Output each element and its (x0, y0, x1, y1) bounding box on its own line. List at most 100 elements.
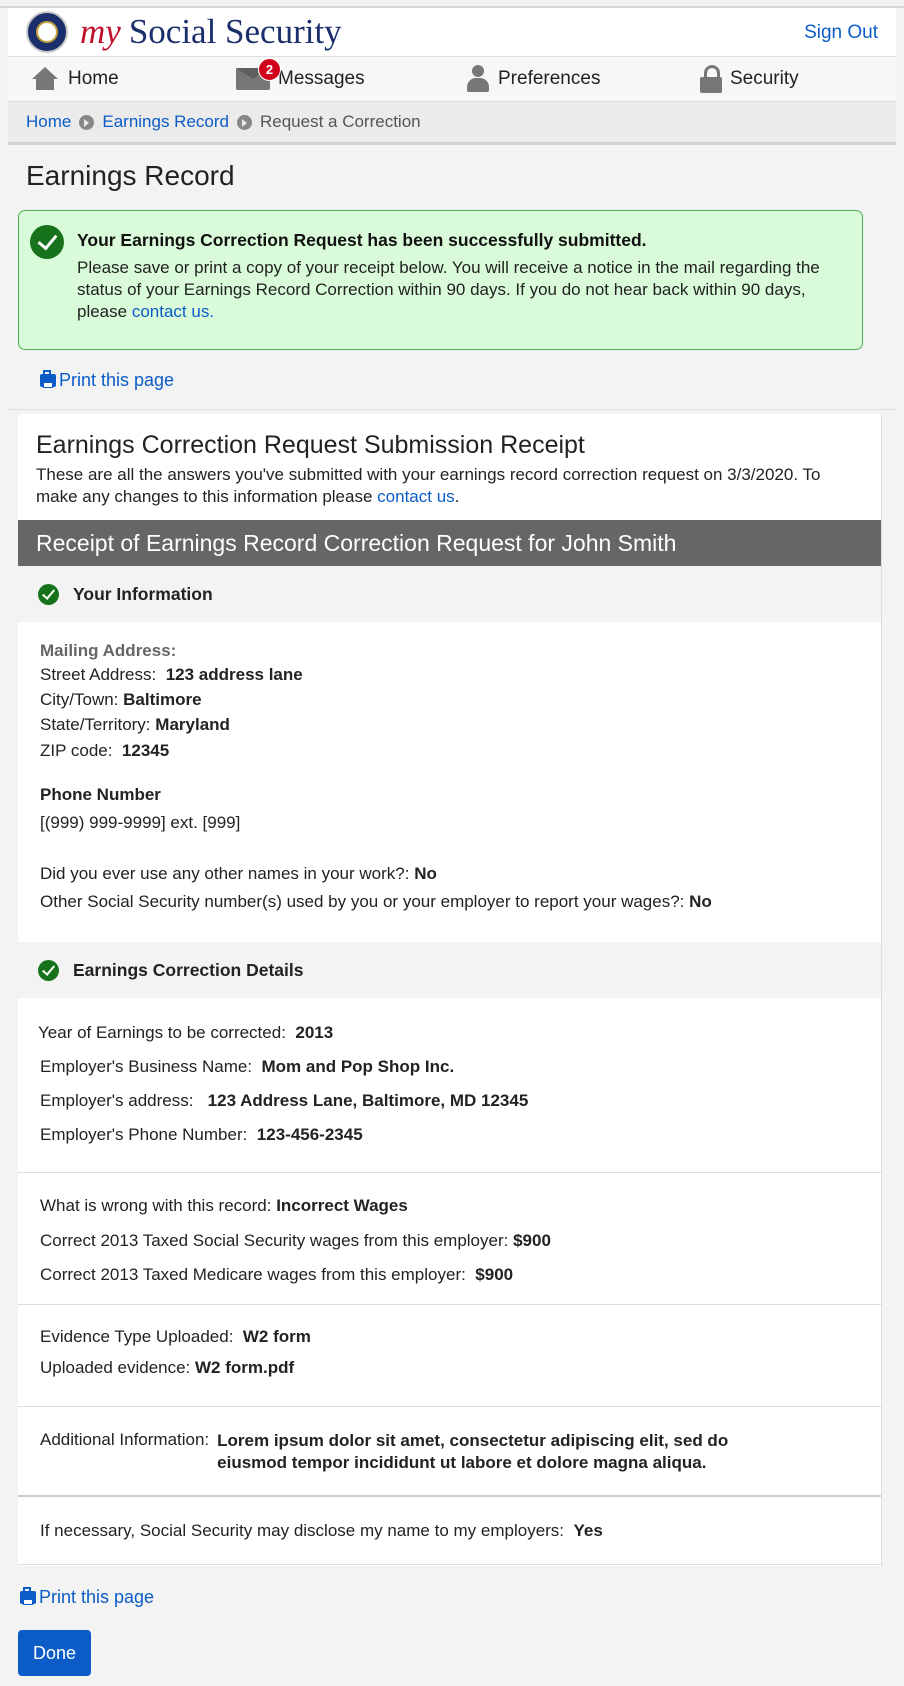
home-icon (30, 67, 60, 91)
check-circle-icon (38, 959, 59, 981)
envelope-icon: 2 (236, 58, 281, 90)
ssa-seal-logo (26, 11, 68, 53)
field-value: Baltimore (123, 690, 202, 709)
field-label: City/Town: (40, 690, 119, 709)
field-label: Evidence Type Uploaded: (40, 1327, 234, 1346)
field-label: Correct 2013 Taxed Social Security wages… (40, 1231, 509, 1250)
nav-security[interactable]: Security (700, 57, 799, 101)
nav-security-label: Security (730, 68, 799, 89)
field-label: Did you ever use any other names in your… (40, 864, 410, 883)
mailing-address-label: Mailing Address: (40, 641, 177, 660)
field-label: What is wrong with this record: (40, 1196, 272, 1215)
field-value: 123 address lane (165, 665, 303, 684)
success-check-icon (30, 225, 64, 259)
breadcrumb: Home Earnings Record Request a Correctio… (8, 102, 896, 145)
site-header: my Social Security Sign Out (8, 8, 896, 56)
additional-information-row: Additional Information: Lorem ipsum dolo… (40, 1430, 797, 1474)
success-alert: Your Earnings Correction Request has bee… (18, 210, 863, 350)
receipt-title: Earnings Correction Request Submission R… (36, 431, 585, 459)
chevron-right-icon (236, 114, 252, 130)
field-label: Other Social Security number(s) used by … (40, 892, 685, 911)
nav-messages-label: Messages (278, 68, 365, 89)
alert-title: Your Earnings Correction Request has bee… (77, 230, 647, 250)
main-nav: Home 2 Messages Preferences Security (8, 56, 896, 102)
section-heading: Your Information (73, 583, 213, 604)
field-label: ZIP code: (40, 741, 113, 760)
sign-out-link[interactable]: Sign Out (804, 22, 878, 44)
divider (18, 1304, 881, 1305)
alert-body: Please save or print a copy of your rece… (77, 257, 837, 323)
divider (18, 1495, 881, 1497)
print-page-link-top[interactable]: Print this page (40, 370, 174, 391)
divider (18, 1406, 881, 1407)
person-icon (466, 65, 490, 93)
printer-icon (20, 1587, 36, 1605)
disclose-name-row: If necessary, Social Security may disclo… (40, 1521, 603, 1541)
field-value: No (414, 864, 437, 883)
field-value: 12345 (121, 741, 170, 760)
breadcrumb-home[interactable]: Home (26, 112, 71, 132)
field-value: Mom and Pop Shop Inc. (261, 1057, 455, 1076)
business-name-row: Employer's Business Name: Mom and Pop Sh… (40, 1057, 454, 1077)
nav-preferences[interactable]: Preferences (466, 57, 600, 101)
city-row: City/Town: Baltimore (40, 690, 202, 710)
field-label: Uploaded evidence: (40, 1358, 191, 1377)
done-button[interactable]: Done (18, 1630, 91, 1676)
print-page-link-bottom[interactable]: Print this page (20, 1587, 154, 1608)
page-title: Earnings Record (26, 160, 235, 191)
field-label: Correct 2013 Taxed Medicare wages from t… (40, 1265, 466, 1284)
phone-number-heading: Phone Number (40, 785, 161, 804)
field-value: 123 Address Lane, Baltimore, MD 12345 (207, 1091, 529, 1110)
section-heading: Earnings Correction Details (73, 959, 304, 980)
lock-icon (700, 65, 722, 93)
check-circle-icon (38, 583, 59, 605)
nav-home[interactable]: Home (30, 57, 119, 101)
year-row: Year of Earnings to be corrected: 2013 (38, 1023, 333, 1043)
employer-address-row: Employer's address: 123 Address Lane, Ba… (40, 1091, 528, 1111)
messages-count-badge: 2 (258, 58, 281, 81)
section-your-information: Your Information (18, 566, 881, 622)
receipt-card: Earnings Correction Request Submission R… (18, 414, 882, 1566)
field-label: State/Territory: (40, 715, 151, 734)
phone-number-value: [(999) 999-9999] ext. [999] (40, 813, 241, 832)
divider (18, 1564, 881, 1565)
printer-icon (40, 370, 56, 388)
employer-phone-row: Employer's Phone Number: 123-456-2345 (40, 1125, 363, 1145)
site-brand[interactable]: my Social Security (80, 14, 342, 49)
field-value: W2 form.pdf (195, 1358, 295, 1377)
field-value: Lorem ipsum dolor sit amet, consectetur … (217, 1431, 729, 1472)
divider (8, 409, 896, 410)
field-label: Employer's Phone Number: (40, 1125, 248, 1144)
evidence-type-row: Evidence Type Uploaded: W2 form (40, 1327, 311, 1347)
receipt-banner: Receipt of Earnings Record Correction Re… (18, 520, 881, 566)
nav-messages[interactable]: 2 Messages (236, 57, 365, 101)
chevron-right-icon (79, 114, 95, 130)
field-value: 123-456-2345 (256, 1125, 363, 1144)
other-names-row: Did you ever use any other names in your… (40, 864, 437, 884)
receipt-contact-link[interactable]: contact us (377, 487, 455, 506)
field-value: Maryland (155, 715, 230, 734)
field-value: Yes (573, 1521, 603, 1540)
medicare-wages-row: Correct 2013 Taxed Medicare wages from t… (40, 1265, 513, 1285)
state-row: State/Territory: Maryland (40, 715, 230, 735)
breadcrumb-earnings-record[interactable]: Earnings Record (102, 112, 229, 132)
alert-contact-link[interactable]: contact us. (132, 302, 214, 321)
receipt-intro: These are all the answers you've submitt… (36, 464, 836, 508)
field-label: Street Address: (40, 665, 157, 684)
brand-my: my (80, 12, 121, 51)
field-label: Year of Earnings to be corrected: (38, 1023, 286, 1042)
divider (18, 1172, 881, 1173)
field-value: 2013 (295, 1023, 334, 1042)
field-value: Incorrect Wages (276, 1196, 408, 1215)
brand-name: Social Security (128, 12, 342, 51)
uploaded-evidence-row: Uploaded evidence: W2 form.pdf (40, 1358, 294, 1378)
field-label: Employer's Business Name: (40, 1057, 253, 1076)
ss-wages-row: Correct 2013 Taxed Social Security wages… (40, 1231, 551, 1251)
nav-preferences-label: Preferences (498, 68, 601, 89)
nav-home-label: Home (68, 68, 119, 89)
field-label: If necessary, Social Security may disclo… (40, 1521, 565, 1540)
breadcrumb-current: Request a Correction (259, 112, 421, 131)
print-label: Print this page (39, 1587, 155, 1607)
street-address-row: Street Address: 123 address lane (40, 665, 303, 685)
print-label: Print this page (59, 370, 175, 390)
